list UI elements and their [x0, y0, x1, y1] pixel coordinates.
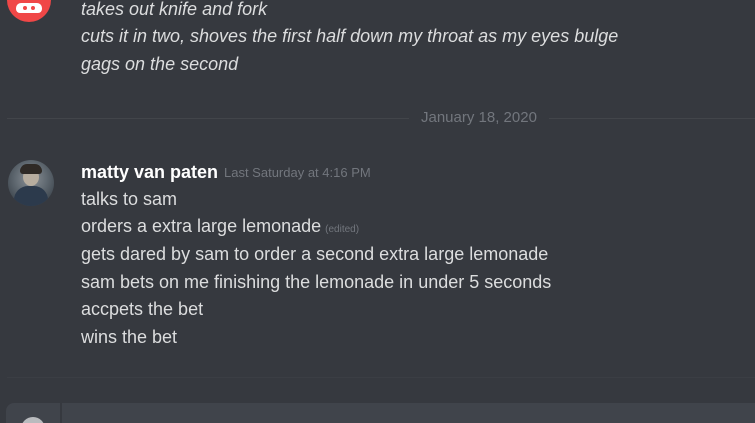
date-divider-label: January 18, 2020	[409, 109, 549, 127]
message-separator	[7, 377, 755, 378]
message-timestamp: Last Saturday at 4:16 PM	[224, 165, 371, 180]
message-line: gets dared by sam to order a second extr…	[81, 244, 549, 264]
previous-message-line: cuts it in two, shoves the first half do…	[81, 26, 619, 46]
message-line-edited: orders a extra large lemonade (edited)	[81, 215, 359, 241]
previous-message-line: takes out knife and fork	[81, 0, 268, 19]
edited-tag: (edited)	[325, 224, 360, 235]
chat-messages-pane: takes out knife and fork cuts it in two,…	[0, 0, 755, 423]
message-line: wins the bet	[81, 327, 178, 347]
avatar-body	[14, 186, 48, 206]
author-avatar[interactable]	[8, 160, 54, 206]
message-line: talks to sam	[81, 189, 178, 209]
message-composer[interactable]	[6, 403, 755, 423]
message-line-text: orders a extra large lemonade	[81, 216, 322, 236]
discord-logo-icon	[16, 3, 42, 13]
message-line: sam bets on me finishing the lemonade in…	[81, 272, 552, 292]
date-divider-line	[7, 118, 755, 119]
upload-plus-icon[interactable]	[21, 417, 45, 423]
previous-message-line: gags on the second	[81, 54, 239, 74]
discord-logo-avatar-icon[interactable]	[7, 0, 51, 22]
composer-divider	[60, 403, 62, 423]
author-username[interactable]: matty van paten	[81, 161, 218, 183]
message-line: accpets the bet	[81, 299, 204, 319]
avatar-hair	[20, 164, 42, 174]
